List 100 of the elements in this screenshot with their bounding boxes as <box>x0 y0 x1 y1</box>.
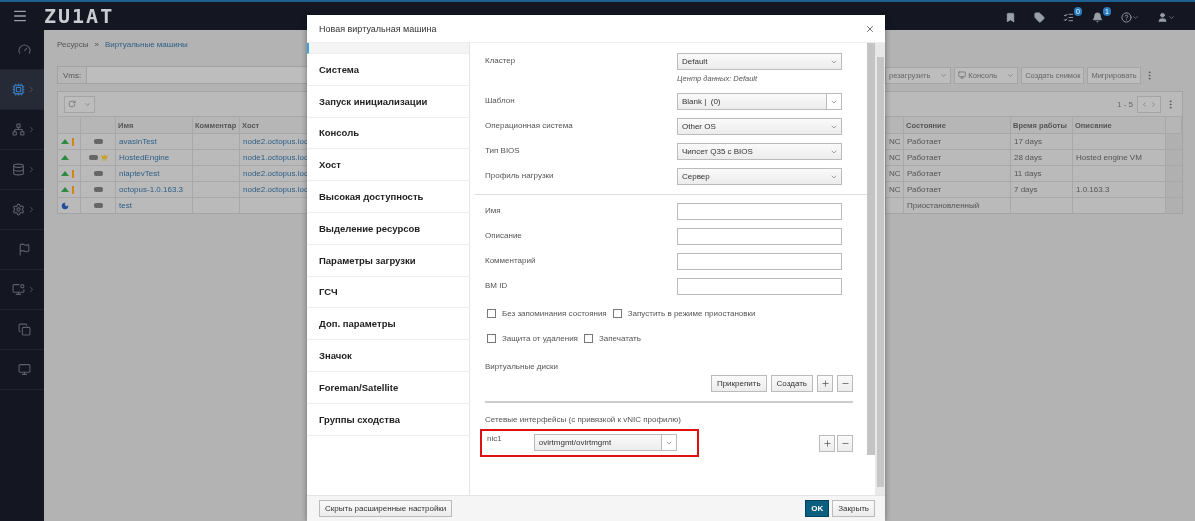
table-cell: Работает <box>904 133 1011 149</box>
section-label: Сетевые интерфейсы (с привязкой к vNIC профилю) <box>484 415 681 424</box>
vm-name-link[interactable]: nlaptevTest <box>119 169 160 178</box>
menu-icon[interactable] <box>12 8 28 24</box>
field-label: Профиль нагрузки <box>485 170 555 180</box>
vm-icon <box>93 187 103 192</box>
field-label: Описание <box>485 230 523 240</box>
table-cell: NC <box>886 149 904 165</box>
dialog-nav-item[interactable]: Группы сходства <box>307 403 469 436</box>
host-link[interactable]: node1.octopus.loc <box>243 153 308 162</box>
checkbox-label: Запечатать <box>598 334 641 343</box>
disk-button[interactable]: Прикрепить <box>710 375 767 392</box>
table-cell: 7 days <box>1011 181 1073 197</box>
table-cell: NC <box>886 165 904 181</box>
network-icon <box>12 123 25 136</box>
select-field[interactable]: Other OS <box>677 118 842 135</box>
nav-item[interactable] <box>307 43 469 54</box>
field-label: Тип BIOS <box>485 145 521 155</box>
scrollbar[interactable] <box>867 43 875 455</box>
select-field[interactable]: Blank | (0) <box>677 93 842 110</box>
host-link[interactable]: node2.octopus.loc <box>243 185 308 194</box>
plus-icon <box>822 438 832 448</box>
dialog-nav-item[interactable]: Хост <box>307 149 469 182</box>
checkbox-label: Защита от удаления <box>502 334 578 343</box>
breadcrumb-item[interactable]: Ресурсы <box>57 39 89 49</box>
table-cell: 28 days <box>1011 149 1073 165</box>
close-button[interactable]: Закрыть <box>832 500 875 517</box>
dialog-nav-item[interactable]: Запуск инициализации <box>307 85 469 118</box>
vm-name-link[interactable]: test <box>119 201 132 210</box>
vm-icon <box>93 203 103 208</box>
caret-icon <box>1132 14 1139 21</box>
vm-icon <box>88 155 98 160</box>
bookmark-icon <box>1005 12 1016 23</box>
dialog-nav-item[interactable]: Высокая доступность <box>307 181 469 213</box>
vm-name-link[interactable]: avasinTest <box>119 137 157 146</box>
advanced-settings-button[interactable]: Скрыть расширенные настройки <box>319 500 453 517</box>
scrollbar[interactable] <box>876 57 884 487</box>
select-field[interactable]: Default <box>677 53 842 70</box>
close-icon[interactable] <box>865 23 875 34</box>
dialog-nav-item[interactable]: Выделение ресурсов <box>307 213 469 245</box>
add-button[interactable] <box>819 434 835 452</box>
caret-icon <box>84 100 91 108</box>
caret-icon <box>1168 14 1175 21</box>
add-button[interactable] <box>817 375 833 392</box>
chevron-icon <box>27 205 36 214</box>
database-icon <box>12 163 25 176</box>
refresh-icon <box>68 100 76 108</box>
vm-name-link[interactable]: HostedEngine <box>119 153 170 162</box>
input-field[interactable] <box>677 278 842 295</box>
chevron-icon <box>27 125 36 134</box>
refresh-button[interactable] <box>64 95 95 113</box>
table-cell: Работает <box>904 149 1011 165</box>
breadcrumb-current: Виртуальные машины <box>105 39 188 49</box>
dialog-nav-item[interactable]: Доп. параметры <box>307 308 469 341</box>
dialog-nav-item[interactable]: Система <box>307 54 469 86</box>
crown-icon <box>100 154 108 161</box>
dialog-nav-item[interactable]: Консоль <box>307 117 469 150</box>
checkbox[interactable] <box>612 309 622 318</box>
logo: ZU1AT <box>44 4 115 28</box>
input-field[interactable] <box>677 203 842 220</box>
table-cell: NC <box>886 133 904 149</box>
nic-name: nic1 <box>487 434 502 443</box>
flag-icon <box>17 243 31 256</box>
checkbox[interactable] <box>583 334 593 343</box>
caret-icon <box>940 71 948 79</box>
input-field[interactable] <box>677 228 842 245</box>
select-field[interactable]: ovirtmgmt/ovirtmgmt <box>533 434 677 451</box>
settings-icon <box>12 203 25 216</box>
remove-button[interactable] <box>837 434 853 452</box>
disk-button[interactable]: Создать <box>770 375 813 392</box>
host-link[interactable]: node2.octopus.loc <box>243 137 308 146</box>
select-field[interactable]: Чипсет Q35 с BIOS <box>677 143 842 160</box>
ok-button[interactable]: OK <box>805 500 830 517</box>
table-cell: Приостановленный <box>904 197 1011 213</box>
field-label: ВМ ID <box>485 280 509 290</box>
moon-icon <box>61 201 69 210</box>
dialog-nav-item[interactable]: Foreman/Satellite <box>307 371 469 404</box>
field-label: Шаблон <box>485 95 516 105</box>
column-header <box>886 116 904 133</box>
tasks-icon <box>1063 12 1074 23</box>
dialog-nav-item[interactable]: ГСЧ <box>307 276 469 309</box>
table-cell: Работает <box>904 165 1011 181</box>
host-link[interactable]: node2.octopus.loc <box>243 169 308 178</box>
dialog-nav-item[interactable]: Значок <box>307 340 469 372</box>
plus-icon <box>820 379 830 388</box>
select-field[interactable]: Сервер <box>677 168 842 185</box>
remove-button[interactable] <box>837 375 853 392</box>
vm-name-link[interactable]: octopus-1.0.163.3 <box>119 185 184 194</box>
copy-icon <box>17 323 31 336</box>
dialog-nav-item[interactable]: Параметры загрузки <box>307 244 469 277</box>
breadcrumb-separator: » <box>94 39 99 49</box>
vm-icon <box>93 139 103 144</box>
sidebar-item[interactable] <box>0 70 44 110</box>
input-field[interactable] <box>677 253 842 270</box>
field-label: Имя <box>485 205 502 215</box>
caret-icon <box>1007 71 1015 79</box>
checkbox[interactable] <box>487 309 496 318</box>
pagination-button[interactable] <box>1137 95 1161 113</box>
checkbox[interactable] <box>487 334 496 343</box>
help-icon <box>1121 12 1132 23</box>
